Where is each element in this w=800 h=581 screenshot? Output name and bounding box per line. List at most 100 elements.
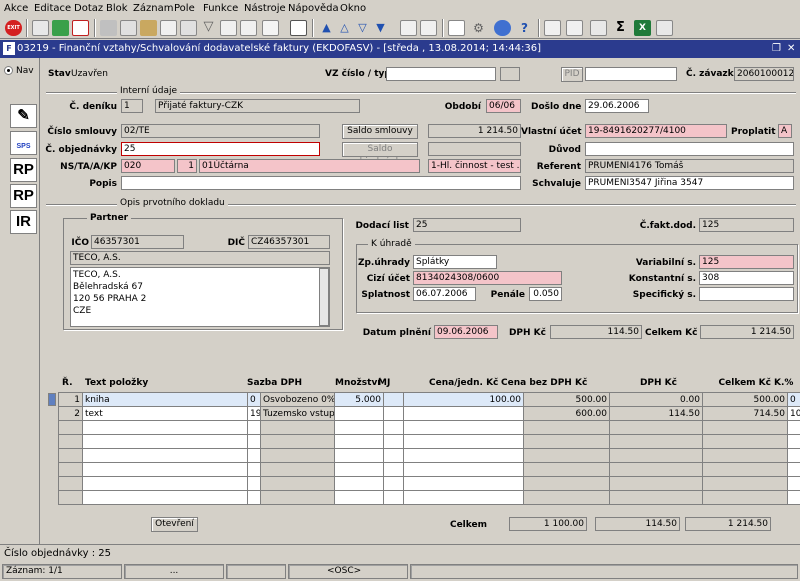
cell-percent[interactable] <box>787 448 800 463</box>
ns-field[interactable]: 020 <box>121 159 175 173</box>
cell-unit[interactable] <box>383 462 404 477</box>
globe-icon[interactable] <box>494 20 511 36</box>
paste-icon[interactable] <box>140 20 157 36</box>
partner-address-field[interactable]: TECO, A.S. Bělehradská 67 120 56 PRAHA 2… <box>70 267 330 327</box>
help-icon[interactable]: ? <box>516 20 533 36</box>
proplatit-field[interactable]: A <box>778 124 792 138</box>
cell-total[interactable]: 714.50 <box>702 406 788 421</box>
cell-vat-name[interactable] <box>260 462 335 477</box>
cell-vat-name[interactable] <box>260 434 335 449</box>
vz-type-field[interactable] <box>500 67 520 81</box>
cell-vat-name[interactable]: Tuzemsko vstup <box>260 406 335 421</box>
preview-icon[interactable] <box>420 20 437 36</box>
cell-price-without-vat[interactable] <box>523 448 610 463</box>
list-icon[interactable] <box>240 20 257 36</box>
copy-icon[interactable] <box>120 20 137 36</box>
cell-row-number[interactable]: 2 <box>58 406 83 421</box>
delete-icon[interactable] <box>72 20 89 36</box>
menu-nastroje[interactable]: Nástroje <box>244 3 286 14</box>
cell-unit-price[interactable] <box>403 462 524 477</box>
dodaci-field[interactable]: 25 <box>413 218 521 232</box>
cell-quantity[interactable] <box>334 462 384 477</box>
duvod-field[interactable] <box>585 142 794 156</box>
table-row[interactable] <box>58 462 800 477</box>
print-icon[interactable] <box>400 20 417 36</box>
denik-number-field[interactable]: 1 <box>121 99 143 113</box>
cell-quantity[interactable]: 5.000 <box>334 392 384 407</box>
cell-total[interactable] <box>702 462 788 477</box>
cell-price-without-vat[interactable]: 600.00 <box>523 406 610 421</box>
cell-vat-amount[interactable]: 114.50 <box>609 406 703 421</box>
smlouva-field[interactable]: 02/TE <box>121 124 320 138</box>
cell-item-text[interactable] <box>82 462 248 477</box>
table-row[interactable]: 1 kniha 0 Osvobozeno 0% 5.000 100.00 500.00 0.0… <box>58 392 800 407</box>
vlastni-ucet-field[interactable]: 19-8491620277/4100 <box>585 124 727 138</box>
cell-price-without-vat[interactable]: 500.00 <box>523 392 610 407</box>
cell-vat-name[interactable] <box>260 476 335 491</box>
menu-editace[interactable]: Editace <box>34 3 71 14</box>
penale-field[interactable]: 0.050 <box>529 287 562 301</box>
prev-record-icon[interactable]: △ <box>336 20 353 36</box>
cell-unit[interactable] <box>383 476 404 491</box>
prev-block-icon[interactable]: ▲ <box>318 20 335 36</box>
cell-vat-rate[interactable] <box>247 476 261 491</box>
cell-vat-amount[interactable] <box>609 490 703 505</box>
nav-radio[interactable] <box>4 66 13 75</box>
cell-quantity[interactable] <box>334 434 384 449</box>
cell-item-text[interactable] <box>82 420 248 435</box>
cell-row-number[interactable] <box>58 490 83 505</box>
doslo-field[interactable]: 29.06.2006 <box>585 99 649 113</box>
cell-price-without-vat[interactable] <box>523 434 610 449</box>
cell-total[interactable]: 500.00 <box>702 392 788 407</box>
kp-field[interactable]: 1-Hl. činnost - test . bbb <box>428 159 521 173</box>
cell-unit[interactable] <box>383 420 404 435</box>
cell-vat-rate[interactable] <box>247 448 261 463</box>
cell-row-number[interactable] <box>58 476 83 491</box>
obdobi-field[interactable]: 06/06 <box>486 99 521 113</box>
cell-row-number[interactable]: 1 <box>58 392 83 407</box>
cell-row-number[interactable] <box>58 448 83 463</box>
next-block-icon[interactable]: ▼ <box>372 20 389 36</box>
cell-quantity[interactable] <box>334 490 384 505</box>
ta-field[interactable]: 1 <box>177 159 197 173</box>
cell-percent[interactable] <box>787 462 800 477</box>
cizi-ucet-field[interactable]: 8134024308/0600 <box>413 271 562 285</box>
cell-percent[interactable] <box>787 434 800 449</box>
referent-field[interactable]: PRUMENI4176 Tomáš <box>585 159 794 173</box>
cell-unit-price[interactable] <box>403 434 524 449</box>
cell-unit-price[interactable]: 100.00 <box>403 392 524 407</box>
vz-number-field[interactable] <box>386 67 496 81</box>
menu-akce[interactable]: Akce <box>4 3 28 14</box>
cell-quantity[interactable] <box>334 420 384 435</box>
menu-zaznam[interactable]: Záznam <box>133 3 173 14</box>
cell-quantity[interactable] <box>334 476 384 491</box>
cell-quantity[interactable] <box>334 406 384 421</box>
settings-icon[interactable]: ⚙ <box>470 20 487 36</box>
cell-vat-name[interactable] <box>260 490 335 505</box>
table-icon[interactable] <box>566 20 583 36</box>
menu-pole[interactable]: Pole <box>174 3 195 14</box>
cell-vat-amount[interactable] <box>609 476 703 491</box>
saldo-objednavky-button[interactable]: Saldo objednávky <box>342 142 418 167</box>
cell-price-without-vat[interactable] <box>523 462 610 477</box>
cell-vat-name[interactable] <box>260 448 335 463</box>
cell-percent[interactable] <box>787 420 800 435</box>
cell-item-text[interactable] <box>82 476 248 491</box>
popis-field[interactable] <box>121 176 521 190</box>
objednavky-field[interactable]: 25 <box>121 142 320 156</box>
cell-vat-rate[interactable] <box>247 462 261 477</box>
ir-button[interactable]: IR <box>10 210 37 234</box>
cell-row-number[interactable] <box>58 462 83 477</box>
cell-vat-amount[interactable] <box>609 448 703 463</box>
ico-field[interactable]: 46357301 <box>91 235 184 249</box>
cell-vat-rate[interactable]: 19 <box>247 406 261 421</box>
schvaluje-field[interactable]: PRUMENI3547 Jiřina 3547 <box>585 176 794 190</box>
cell-percent[interactable]: 100 <box>787 406 800 421</box>
cell-total[interactable] <box>702 476 788 491</box>
a-field[interactable]: 01Účtárna <box>199 159 420 173</box>
saldo-smlouvy-button[interactable]: Saldo smlouvy <box>342 124 418 139</box>
menu-funkce[interactable]: Funkce <box>203 3 238 14</box>
cell-quantity[interactable] <box>334 448 384 463</box>
pid-field[interactable] <box>585 67 677 81</box>
cell-row-number[interactable] <box>58 420 83 435</box>
